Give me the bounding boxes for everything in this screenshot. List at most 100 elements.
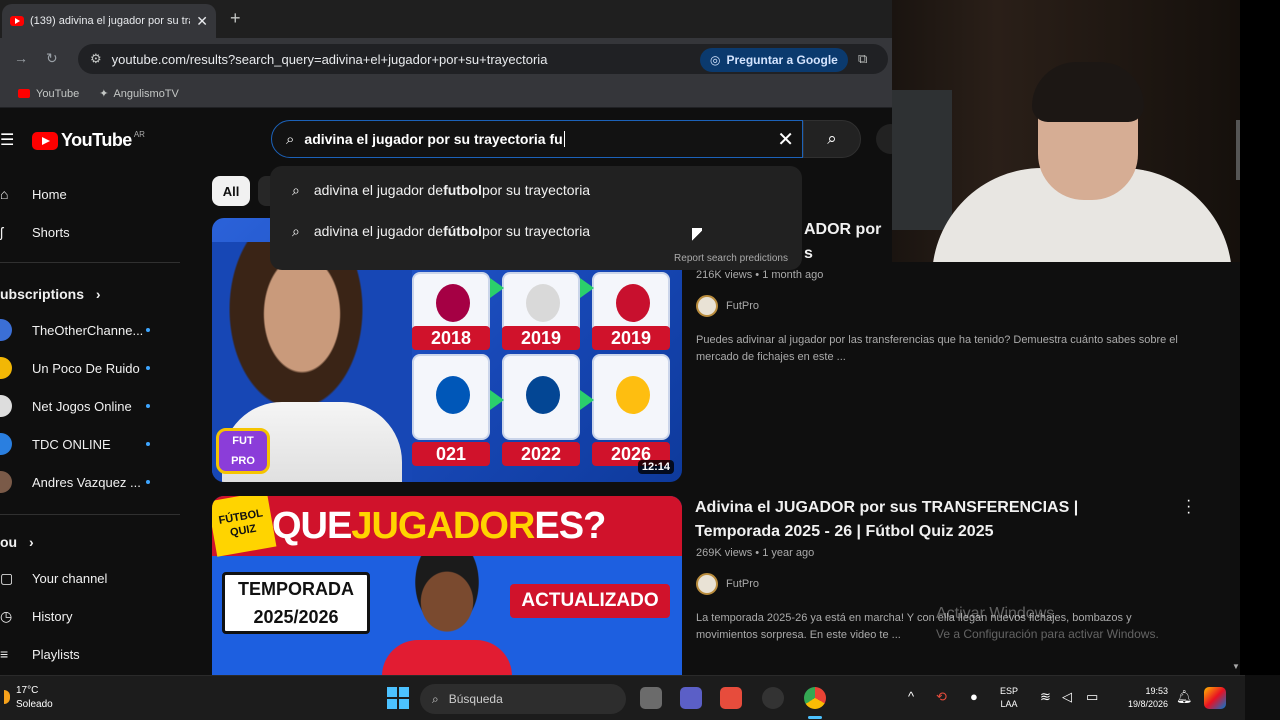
tray-app-icon[interactable]: ⟲ xyxy=(936,689,947,705)
bookmark-label: YouTube xyxy=(36,87,80,100)
futbol-quiz-badge: FÚTBOL QUIZ xyxy=(212,496,277,557)
sidebar-item-subscription[interactable]: Andres Vazquez ... xyxy=(0,464,150,500)
chevron-right-icon: › xyxy=(29,534,34,550)
sidebar-item-home[interactable]: ⌂ Home xyxy=(0,176,67,212)
chevron-right-icon: › xyxy=(95,286,101,302)
sidebar-item-label: TDC ONLINE xyxy=(32,436,111,452)
scroll-down-icon[interactable]: ▼ xyxy=(1232,662,1240,671)
bookmark-angulismotv[interactable]: ✦ AngulismoTV xyxy=(99,87,179,101)
filter-chip-all[interactable]: All xyxy=(212,176,250,206)
sidebar-item-label: Playlists xyxy=(32,646,80,662)
sidebar-item-subscription[interactable]: TheOtherChanne... xyxy=(0,312,150,348)
search-suggestion[interactable]: ⌕ adivina el jugador de futbol por su tr… xyxy=(270,170,802,210)
banner-highlight: JUGADOR xyxy=(351,504,535,547)
clear-search-icon[interactable]: ✕ xyxy=(777,127,794,152)
video-title[interactable]: ADOR por s xyxy=(804,218,894,266)
chrome-icon[interactable] xyxy=(804,687,826,709)
sidebar-item-subscription[interactable]: TDC ONLINE xyxy=(0,426,150,462)
menu-icon[interactable]: ☰ xyxy=(0,130,14,150)
search-input[interactable]: ⌕ adivina el jugador por su trayectoria … xyxy=(271,120,803,158)
logo-wordmark: YouTube xyxy=(61,130,132,150)
sidebar-item-subscription[interactable]: Un Poco De Ruido xyxy=(0,350,150,386)
app-icon[interactable] xyxy=(720,687,742,709)
more-options-icon[interactable]: · · · xyxy=(1186,493,1191,521)
sidebar-item-label: Shorts xyxy=(32,224,70,240)
volume-icon[interactable]: ◁ xyxy=(1062,689,1072,705)
channel-link[interactable]: FutPro xyxy=(696,573,759,595)
channel-avatar xyxy=(0,319,12,341)
obs-icon[interactable] xyxy=(762,687,784,709)
active-app-indicator xyxy=(808,716,822,719)
season-label-line: 2025/2026 xyxy=(253,607,339,627)
taskbar: 17°C Soleado ⌕ Búsqueda ^ ⟲ ● ESP LAA ≋ … xyxy=(0,675,1245,720)
copilot-icon[interactable] xyxy=(1204,687,1226,709)
notifications-icon[interactable]: 🔔︎ xyxy=(1176,689,1193,705)
channel-name: FutPro xyxy=(726,300,760,312)
sidebar-divider xyxy=(0,514,180,515)
sidebar-item-history[interactable]: ◷ History xyxy=(0,598,72,634)
new-tab-icon[interactable]: + xyxy=(230,8,241,29)
channel-link[interactable]: FutPro xyxy=(696,295,759,317)
ask-google-button[interactable]: ◎ Preguntar a Google xyxy=(700,48,848,72)
youtube-play-icon xyxy=(32,131,58,150)
clock-time: 19:53 xyxy=(1145,686,1168,696)
suggestion-text: adivina el jugador de xyxy=(313,223,444,239)
taskbar-search[interactable]: ⌕ Búsqueda xyxy=(420,684,626,714)
search-suggestion[interactable]: ⌕ adivina el jugador de fútbol por su tr… xyxy=(270,211,802,251)
watermark-line: Activar Windows xyxy=(936,605,1055,622)
site-info-icon[interactable]: ⚙ xyxy=(90,51,102,67)
wifi-icon[interactable]: ≋ xyxy=(1040,689,1051,705)
sidebar-item-subscription[interactable]: Net Jogos Online xyxy=(0,388,150,424)
sidebar-item-label: History xyxy=(32,608,73,624)
transfer-year: 2018 xyxy=(412,326,490,350)
clock[interactable]: 19:53 19/8/2026 xyxy=(1118,685,1168,711)
browser-tab[interactable]: (139) adivina el jugador por su trayecto… xyxy=(2,4,216,38)
task-view-icon[interactable] xyxy=(640,687,662,709)
battery-icon[interactable]: ▭ xyxy=(1086,689,1098,705)
sidebar-item-your-channel[interactable]: ▢ Your channel xyxy=(0,560,107,596)
close-tab-icon[interactable]: ✕ xyxy=(196,13,208,30)
sidebar-item-playlists[interactable]: ≡ Playlists xyxy=(0,636,80,672)
reload-icon[interactable]: ↻ xyxy=(46,50,58,67)
teams-icon[interactable] xyxy=(680,687,702,709)
forward-icon[interactable]: → xyxy=(14,50,28,66)
history-icon: ◷ xyxy=(0,607,13,624)
suggestion-text: adivina el jugador de xyxy=(313,182,444,198)
search-suggestions: ⌕ adivina el jugador de futbol por su tr… xyxy=(270,166,802,270)
season-label-line: TEMPORADA xyxy=(238,579,354,599)
ask-google-label: Preguntar a Google xyxy=(726,53,838,67)
install-app-icon[interactable]: ⧉ xyxy=(858,51,867,67)
input-language[interactable]: ESP LAA xyxy=(1000,685,1018,711)
tab-title: (139) adivina el jugador por su trayecto… xyxy=(30,15,190,27)
youtube-logo[interactable]: YouTube AR xyxy=(32,130,145,151)
search-button[interactable]: ⌕ xyxy=(803,120,861,158)
video-thumbnail[interactable]: QUE JUGADOR ES? FÚTBOL QUIZ TEMPORADA 20… xyxy=(212,496,682,676)
youtube-favicon-icon xyxy=(10,16,24,26)
scrollbar[interactable] xyxy=(1236,120,1240,180)
country-code: AR xyxy=(133,130,145,139)
new-content-dot xyxy=(146,404,150,408)
chevron-up-icon[interactable]: ^ xyxy=(908,689,914,704)
shorts-icon: ʃ xyxy=(0,224,4,240)
club-crest xyxy=(502,354,580,440)
start-button[interactable] xyxy=(387,687,409,709)
channel-avatar xyxy=(696,295,718,317)
report-predictions-link[interactable]: Report search predictions xyxy=(674,253,788,264)
sidebar-item-label: Net Jogos Online xyxy=(32,398,132,414)
microphone-icon[interactable]: ● xyxy=(970,689,978,704)
sidebar-you-heading[interactable]: ou › xyxy=(0,534,34,550)
search-icon: ⌕ xyxy=(292,181,300,198)
sidebar-item-label: Your channel xyxy=(32,570,108,586)
url-text: youtube.com/results?search_query=adivina… xyxy=(111,51,548,67)
taskbar-search-placeholder: Búsqueda xyxy=(448,692,503,706)
video-title[interactable]: Adivina el JUGADOR por sus TRANSFERENCIA… xyxy=(695,496,1165,544)
browser-tab-bar: (139) adivina el jugador por su trayecto… xyxy=(0,0,892,38)
sidebar-heading-label: ubscriptions xyxy=(0,286,85,302)
weather-widget[interactable]: 17°C Soleado xyxy=(4,684,53,712)
sidebar-heading-label: ou xyxy=(0,534,18,550)
sidebar-subscriptions-heading[interactable]: ubscriptions › xyxy=(0,286,101,302)
transfer-year: 2019 xyxy=(592,326,670,350)
bookmark-youtube[interactable]: YouTube xyxy=(18,88,79,100)
channel-name: FutPro xyxy=(726,578,760,590)
sidebar-item-shorts[interactable]: ʃ Shorts xyxy=(0,214,70,250)
